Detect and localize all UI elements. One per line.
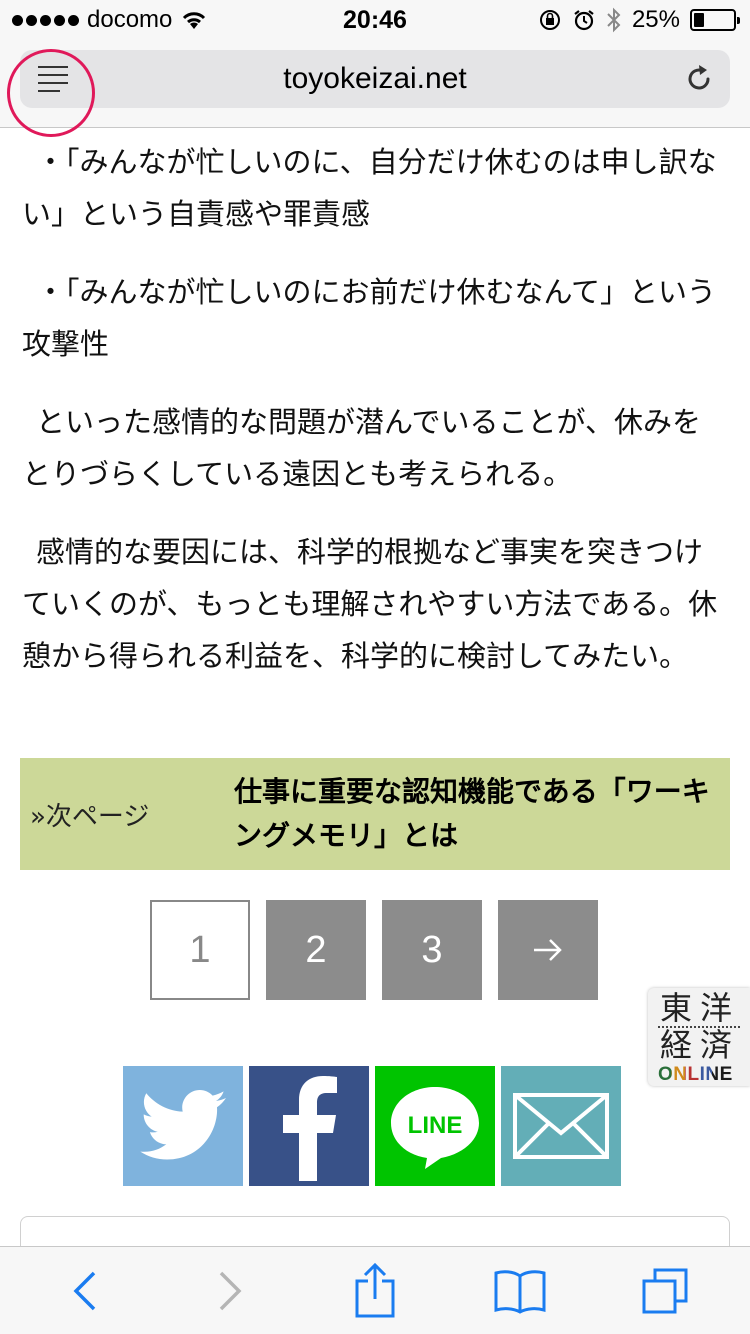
article-paragraph: 感情的な要因には、科学的根拠など事実を突きつけていくのが、もっとも理解されやすい… <box>22 535 718 673</box>
next-page-title[interactable]: 仕事に重要な認知機能である「ワーキングメモリ」とは <box>234 770 720 858</box>
status-right: 25% <box>538 6 740 34</box>
toyokeizai-logo[interactable]: 東洋 経済 ONLINE <box>648 988 750 1086</box>
chevron-right-icon <box>219 1271 242 1310</box>
article-paragraph: といった感情的な問題が潜んでいることが、休みをとりづらくしている遠因とも考えられ… <box>22 405 701 491</box>
share-button[interactable] <box>345 1261 405 1321</box>
logo-online: ONLINE <box>658 1064 733 1085</box>
battery-icon <box>690 9 740 31</box>
orientation-lock-icon <box>539 10 560 30</box>
article-paragraph: ・「みんなが忙しいのにお前だけ休むなんて」という攻撃性 <box>22 275 717 361</box>
reload-icon[interactable] <box>682 62 716 96</box>
battery-percent: 25% <box>631 6 680 33</box>
tabs-icon <box>642 1268 688 1313</box>
browser-toolbar <box>0 1246 750 1334</box>
address-bar[interactable]: toyokeizai.net <box>20 50 730 108</box>
alarm-icon <box>574 10 594 31</box>
page-3-button[interactable]: 3 <box>382 900 482 1000</box>
back-button[interactable] <box>55 1261 115 1321</box>
url-text[interactable]: toyokeizai.net <box>20 62 730 96</box>
line-share-button[interactable]: LINE <box>375 1066 495 1186</box>
article-body: ・「みんなが忙しいのに、自分だけ休むのは申し訳ない」という自責感や罪責感 ・「み… <box>22 128 722 708</box>
browser-address-area: toyokeizai.net <box>0 40 750 137</box>
pagination: 1 2 3 <box>150 900 598 1000</box>
twitter-bird-icon <box>140 1090 226 1160</box>
logo-line2: 経済 <box>660 1026 741 1064</box>
logo-line1: 東洋 <box>660 989 741 1027</box>
twitter-share-button[interactable] <box>123 1066 243 1186</box>
next-page-label: »次ページ <box>30 802 150 832</box>
share-icon <box>355 1262 395 1317</box>
bookmarks-button[interactable] <box>490 1261 550 1321</box>
bluetooth-icon <box>607 7 621 33</box>
line-label: LINE <box>408 1112 463 1139</box>
facebook-f-icon <box>283 1076 337 1181</box>
chevron-left-icon <box>73 1271 95 1310</box>
status-bar: docomo 20:46 25% <box>0 0 750 40</box>
article-paragraph: ・「みんなが忙しいのに、自分だけ休むのは申し訳ない」という自責感や罪責感 <box>22 145 717 231</box>
battery-level-fill <box>694 13 704 27</box>
next-page-banner[interactable]: »次ページ 仕事に重要な認知機能である「ワーキングメモリ」とは <box>20 758 730 870</box>
tabs-button[interactable] <box>635 1261 695 1321</box>
arrow-right-icon <box>534 939 562 961</box>
share-buttons: LINE <box>123 1066 621 1186</box>
next-page-arrow-button[interactable] <box>498 900 598 1000</box>
page-1-button[interactable]: 1 <box>150 900 250 1000</box>
book-icon <box>494 1269 546 1314</box>
mail-envelope-icon <box>513 1093 609 1159</box>
facebook-share-button[interactable] <box>249 1066 369 1186</box>
mail-share-button[interactable] <box>501 1066 621 1186</box>
page-2-button[interactable]: 2 <box>266 900 366 1000</box>
forward-button[interactable] <box>200 1261 260 1321</box>
line-bubble-icon: LINE <box>391 1087 479 1169</box>
